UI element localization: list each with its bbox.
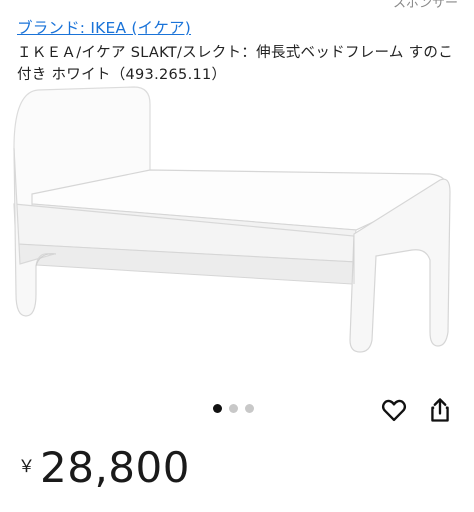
product-title: ＩＫＥＡ/イケア SLAKT/スレクト：伸長式ベッドフレーム すのこ付き ホワイ… (17, 45, 454, 83)
carousel-indicator (213, 404, 254, 413)
price-amount: 28,800 (40, 443, 190, 492)
heart-icon[interactable] (380, 396, 408, 424)
price: ￥ 28,800 (18, 444, 190, 492)
price-currency: ￥ (18, 457, 35, 477)
carousel-dot[interactable] (229, 404, 238, 413)
sponsor-label: スポンサー (392, 0, 458, 11)
share-icon[interactable] (426, 396, 454, 424)
product-image[interactable] (0, 84, 474, 394)
carousel-dot[interactable] (245, 404, 254, 413)
carousel-dot[interactable] (213, 404, 222, 413)
brand-link[interactable]: ブランド: IKEA (イケア) (17, 16, 191, 38)
